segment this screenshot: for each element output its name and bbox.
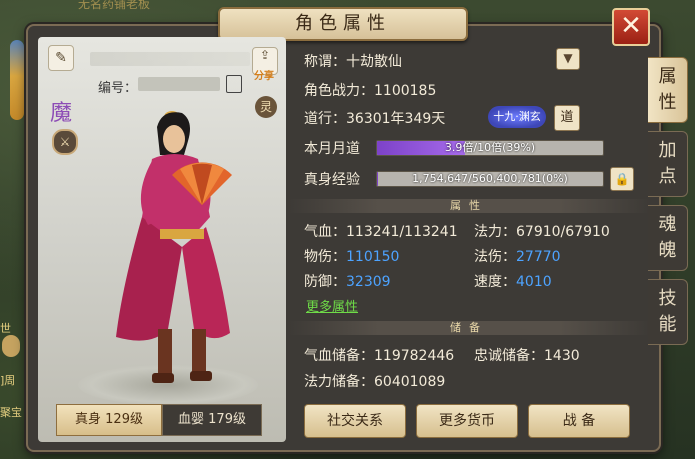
phys-dmg-label: 物伤： — [304, 249, 346, 265]
power-value: 1100185 — [374, 83, 437, 99]
voice-chat-icon[interactable] — [2, 335, 20, 357]
true-body-exp-text: 1,754,647/560,400,781(0%) — [412, 172, 568, 185]
mp-reserve-value: 60401089 — [374, 374, 446, 390]
mag-dmg-label: 法伤： — [474, 249, 516, 265]
section-attributes-header: 属性 — [288, 199, 650, 213]
window-title: 角色属性 — [218, 7, 468, 41]
tab-skills-label: 技 能 — [658, 288, 677, 335]
title-label: 称谓： — [304, 54, 346, 70]
chevron-down-icon: ▼ — [563, 51, 573, 65]
mp-value: 67910/67910 — [516, 224, 610, 240]
dao-label: 道行： — [304, 111, 346, 127]
tab-soul-label: 魂 魄 — [658, 214, 677, 261]
tab-allocate-label: 加 点 — [658, 140, 677, 187]
pencil-icon: ✎ — [55, 50, 67, 66]
tab-allocate-points[interactable]: 加 点 — [648, 131, 688, 197]
lock-icon: 🔒 — [614, 172, 630, 186]
true-body-exp-label: 真身经验 — [304, 172, 360, 188]
realm-tabs: 真身 129级 血婴 179级 — [56, 404, 264, 436]
hp-reserve-label: 气血储备： — [304, 348, 374, 364]
defense-label: 防御： — [304, 274, 346, 290]
phys-dmg-value: 110150 — [346, 249, 400, 265]
id-label: 编号： — [98, 81, 138, 96]
ornament-tassel — [10, 40, 24, 120]
dao-value: 36301年349天 — [346, 111, 446, 127]
faction-label: 魔 — [50, 101, 73, 126]
power-label: 角色战力： — [304, 83, 374, 99]
lock-button[interactable]: 🔒 — [610, 167, 634, 191]
loyalty-reserve-label: 忠诚储备： — [474, 348, 544, 364]
npc-name-label: 无名药铺老板 — [78, 0, 151, 11]
section-reserve-header: 储备 — [288, 321, 650, 335]
character-model[interactable] — [102, 97, 252, 397]
share-icon: ⇪ — [259, 48, 271, 62]
mp-reserve-label: 法力储备： — [304, 374, 374, 390]
tab-true-body[interactable]: 真身 129级 — [56, 404, 162, 436]
monthly-dao-text: 3.9倍/10倍(39%) — [444, 141, 536, 154]
more-attributes-link[interactable]: 更多属性 — [306, 296, 358, 315]
id-value — [138, 77, 220, 91]
speed-value: 4010 — [516, 274, 552, 290]
monthly-dao-bar: 3.9倍/10倍(39%) — [376, 140, 604, 156]
mag-dmg-value: 27770 — [516, 249, 561, 265]
attributes-pane: 称谓：十劫散仙 ▼ 角色战力：1100185 道行：36301年349天 十九·… — [288, 37, 650, 442]
hp-value: 113241/113241 — [346, 224, 458, 240]
loyalty-reserve-value: 1430 — [544, 348, 580, 364]
tab-soul[interactable]: 魂 魄 — [648, 205, 688, 271]
title-value: 十劫散仙 — [346, 54, 402, 70]
social-relations-button[interactable]: 社交关系 — [304, 404, 406, 438]
tab-skills[interactable]: 技 能 — [648, 279, 688, 345]
edit-name-button[interactable]: ✎ — [48, 45, 74, 71]
monthly-dao-label: 本月月道 — [304, 141, 360, 157]
true-body-exp-bar: 1,754,647/560,400,781(0%) — [376, 171, 604, 187]
defense-value: 32309 — [346, 274, 391, 290]
hp-label: 气血： — [304, 224, 346, 240]
more-currency-button[interactable]: 更多货币 — [416, 404, 518, 438]
tab-blood-infant[interactable]: 血婴 179级 — [162, 404, 262, 436]
dao-button[interactable]: 道 — [554, 105, 580, 131]
crossed-swords-icon: ⚔ — [52, 129, 78, 155]
title-dropdown-button[interactable]: ▼ — [556, 48, 580, 70]
hp-reserve-value: 119782446 — [374, 348, 455, 364]
tab-attributes[interactable]: 属 性 — [648, 57, 688, 123]
spirit-button[interactable]: 灵 — [255, 96, 277, 118]
character-preview: ✎ ⇪ 分享 编号： 灵 魔 ⚔ 真身 129级 血婴 179级 — [38, 37, 286, 442]
mp-label: 法力： — [474, 224, 516, 240]
speed-label: 速度： — [474, 274, 516, 290]
battle-prep-button[interactable]: 战 备 — [528, 404, 630, 438]
share-label: 分享 — [254, 71, 274, 82]
copy-icon[interactable] — [226, 75, 242, 93]
dao-rank-badge[interactable]: 十九·渊玄 — [488, 106, 546, 128]
tab-attributes-label: 属 性 — [658, 66, 677, 113]
character-name — [90, 52, 250, 66]
